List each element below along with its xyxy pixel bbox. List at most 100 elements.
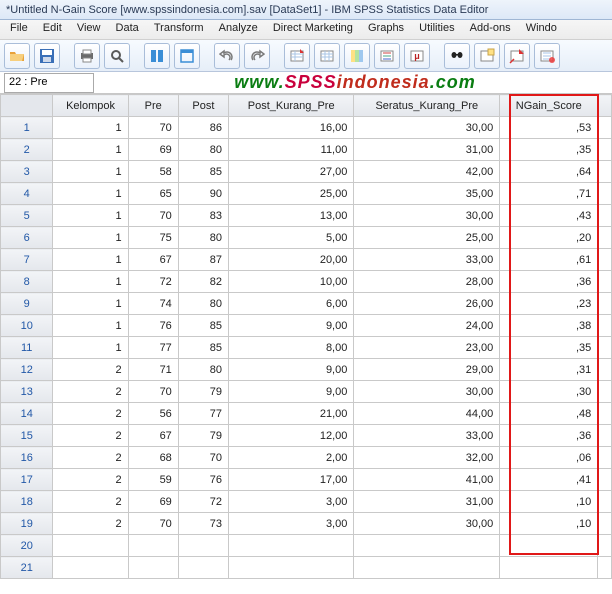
row-header[interactable]: 18 — [1, 491, 53, 513]
cell-ngain[interactable]: ,30 — [500, 381, 598, 403]
cell-pre[interactable]: 69 — [128, 491, 178, 513]
table-row[interactable]: 81728210,0028,00,36 — [1, 271, 612, 293]
cell-kelompok[interactable]: 2 — [53, 381, 128, 403]
cell-ngain[interactable]: ,53 — [500, 117, 598, 139]
row-header[interactable]: 3 — [1, 161, 53, 183]
undo-button[interactable] — [214, 43, 240, 69]
cell-kelompok[interactable]: 2 — [53, 491, 128, 513]
col-ngain-score[interactable]: NGain_Score — [500, 95, 598, 117]
row-header[interactable]: 14 — [1, 403, 53, 425]
cell-kelompok[interactable]: 2 — [53, 469, 128, 491]
cell-kelompok[interactable]: 2 — [53, 513, 128, 535]
cell-pre[interactable] — [128, 557, 178, 579]
menu-utilities[interactable]: Utilities — [413, 20, 460, 36]
cell-post[interactable]: 80 — [178, 227, 228, 249]
table-row[interactable]: 41659025,0035,00,71 — [1, 183, 612, 205]
cell-extra[interactable] — [598, 183, 612, 205]
col-post[interactable]: Post — [178, 95, 228, 117]
menu-addons[interactable]: Add-ons — [464, 20, 517, 36]
table-row[interactable]: 21 — [1, 557, 612, 579]
row-header[interactable]: 13 — [1, 381, 53, 403]
cell-kelompok[interactable]: 2 — [53, 425, 128, 447]
cell-extra[interactable] — [598, 337, 612, 359]
cell-post[interactable]: 85 — [178, 337, 228, 359]
cell-skp[interactable]: 41,00 — [354, 469, 500, 491]
table-row[interactable]: 18269723,0031,00,10 — [1, 491, 612, 513]
table-row[interactable]: 20 — [1, 535, 612, 557]
cell-ngain[interactable]: ,48 — [500, 403, 598, 425]
table-row[interactable]: 21698011,0031,00,35 — [1, 139, 612, 161]
cell-post[interactable]: 90 — [178, 183, 228, 205]
cell-pkp[interactable]: 13,00 — [228, 205, 353, 227]
cell-ngain[interactable]: ,23 — [500, 293, 598, 315]
cell-extra[interactable] — [598, 403, 612, 425]
cell-ngain[interactable]: ,61 — [500, 249, 598, 271]
cell-skp[interactable]: 33,00 — [354, 249, 500, 271]
table-row[interactable]: 9174806,0026,00,23 — [1, 293, 612, 315]
cell-post[interactable] — [178, 557, 228, 579]
col-post-kurang-pre[interactable]: Post_Kurang_Pre — [228, 95, 353, 117]
cell-extra[interactable] — [598, 205, 612, 227]
row-header[interactable]: 8 — [1, 271, 53, 293]
cell-ngain[interactable]: ,43 — [500, 205, 598, 227]
table-row[interactable]: 11708616,0030,00,53 — [1, 117, 612, 139]
cell-pre[interactable]: 56 — [128, 403, 178, 425]
cell-kelompok[interactable]: 1 — [53, 337, 128, 359]
cell-ngain[interactable]: ,35 — [500, 337, 598, 359]
cell-pre[interactable]: 59 — [128, 469, 178, 491]
cell-extra[interactable] — [598, 139, 612, 161]
cell-ngain[interactable]: ,20 — [500, 227, 598, 249]
row-header[interactable]: 4 — [1, 183, 53, 205]
cell-pkp[interactable]: 16,00 — [228, 117, 353, 139]
cell-post[interactable]: 83 — [178, 205, 228, 227]
cell-skp[interactable]: 44,00 — [354, 403, 500, 425]
cell-post[interactable]: 72 — [178, 491, 228, 513]
cell-pkp[interactable]: 12,00 — [228, 425, 353, 447]
menu-edit[interactable]: Edit — [37, 20, 68, 36]
cell-post[interactable]: 87 — [178, 249, 228, 271]
cell-pkp[interactable] — [228, 557, 353, 579]
cell-post[interactable]: 85 — [178, 161, 228, 183]
cell-pkp[interactable]: 3,00 — [228, 513, 353, 535]
cell-skp[interactable]: 28,00 — [354, 271, 500, 293]
menu-window[interactable]: Windo — [520, 20, 563, 36]
cell-pkp[interactable]: 3,00 — [228, 491, 353, 513]
cell-pkp[interactable]: 25,00 — [228, 183, 353, 205]
table-row[interactable]: 12271809,0029,00,31 — [1, 359, 612, 381]
cell-skp[interactable]: 26,00 — [354, 293, 500, 315]
cell-skp[interactable]: 31,00 — [354, 139, 500, 161]
row-header[interactable]: 7 — [1, 249, 53, 271]
cell-extra[interactable] — [598, 293, 612, 315]
cell-pre[interactable]: 68 — [128, 447, 178, 469]
cell-ngain[interactable] — [500, 557, 598, 579]
cell-extra[interactable] — [598, 513, 612, 535]
cell-skp[interactable]: 23,00 — [354, 337, 500, 359]
cell-post[interactable]: 79 — [178, 381, 228, 403]
cell-kelompok[interactable]: 1 — [53, 249, 128, 271]
open-button[interactable] — [4, 43, 30, 69]
cell-kelompok[interactable]: 1 — [53, 315, 128, 337]
cell-ngain[interactable]: ,10 — [500, 491, 598, 513]
cell-reference-box[interactable]: 22 : Pre — [4, 73, 94, 93]
menu-analyze[interactable]: Analyze — [213, 20, 264, 36]
save-button[interactable] — [34, 43, 60, 69]
cell-pkp[interactable]: 10,00 — [228, 271, 353, 293]
table-row[interactable]: 16268702,0032,00,06 — [1, 447, 612, 469]
cell-pre[interactable]: 75 — [128, 227, 178, 249]
menu-data[interactable]: Data — [110, 20, 145, 36]
cell-pre[interactable]: 74 — [128, 293, 178, 315]
row-header[interactable]: 12 — [1, 359, 53, 381]
cell-ngain[interactable]: ,64 — [500, 161, 598, 183]
cell-kelompok[interactable] — [53, 557, 128, 579]
cell-extra[interactable] — [598, 425, 612, 447]
redo-button[interactable] — [244, 43, 270, 69]
cell-pre[interactable]: 58 — [128, 161, 178, 183]
menu-graphs[interactable]: Graphs — [362, 20, 410, 36]
cell-ngain[interactable]: ,10 — [500, 513, 598, 535]
col-extra[interactable] — [598, 95, 612, 117]
row-header[interactable]: 17 — [1, 469, 53, 491]
cell-post[interactable]: 77 — [178, 403, 228, 425]
cell-pre[interactable]: 72 — [128, 271, 178, 293]
row-header[interactable]: 19 — [1, 513, 53, 535]
cell-post[interactable]: 73 — [178, 513, 228, 535]
